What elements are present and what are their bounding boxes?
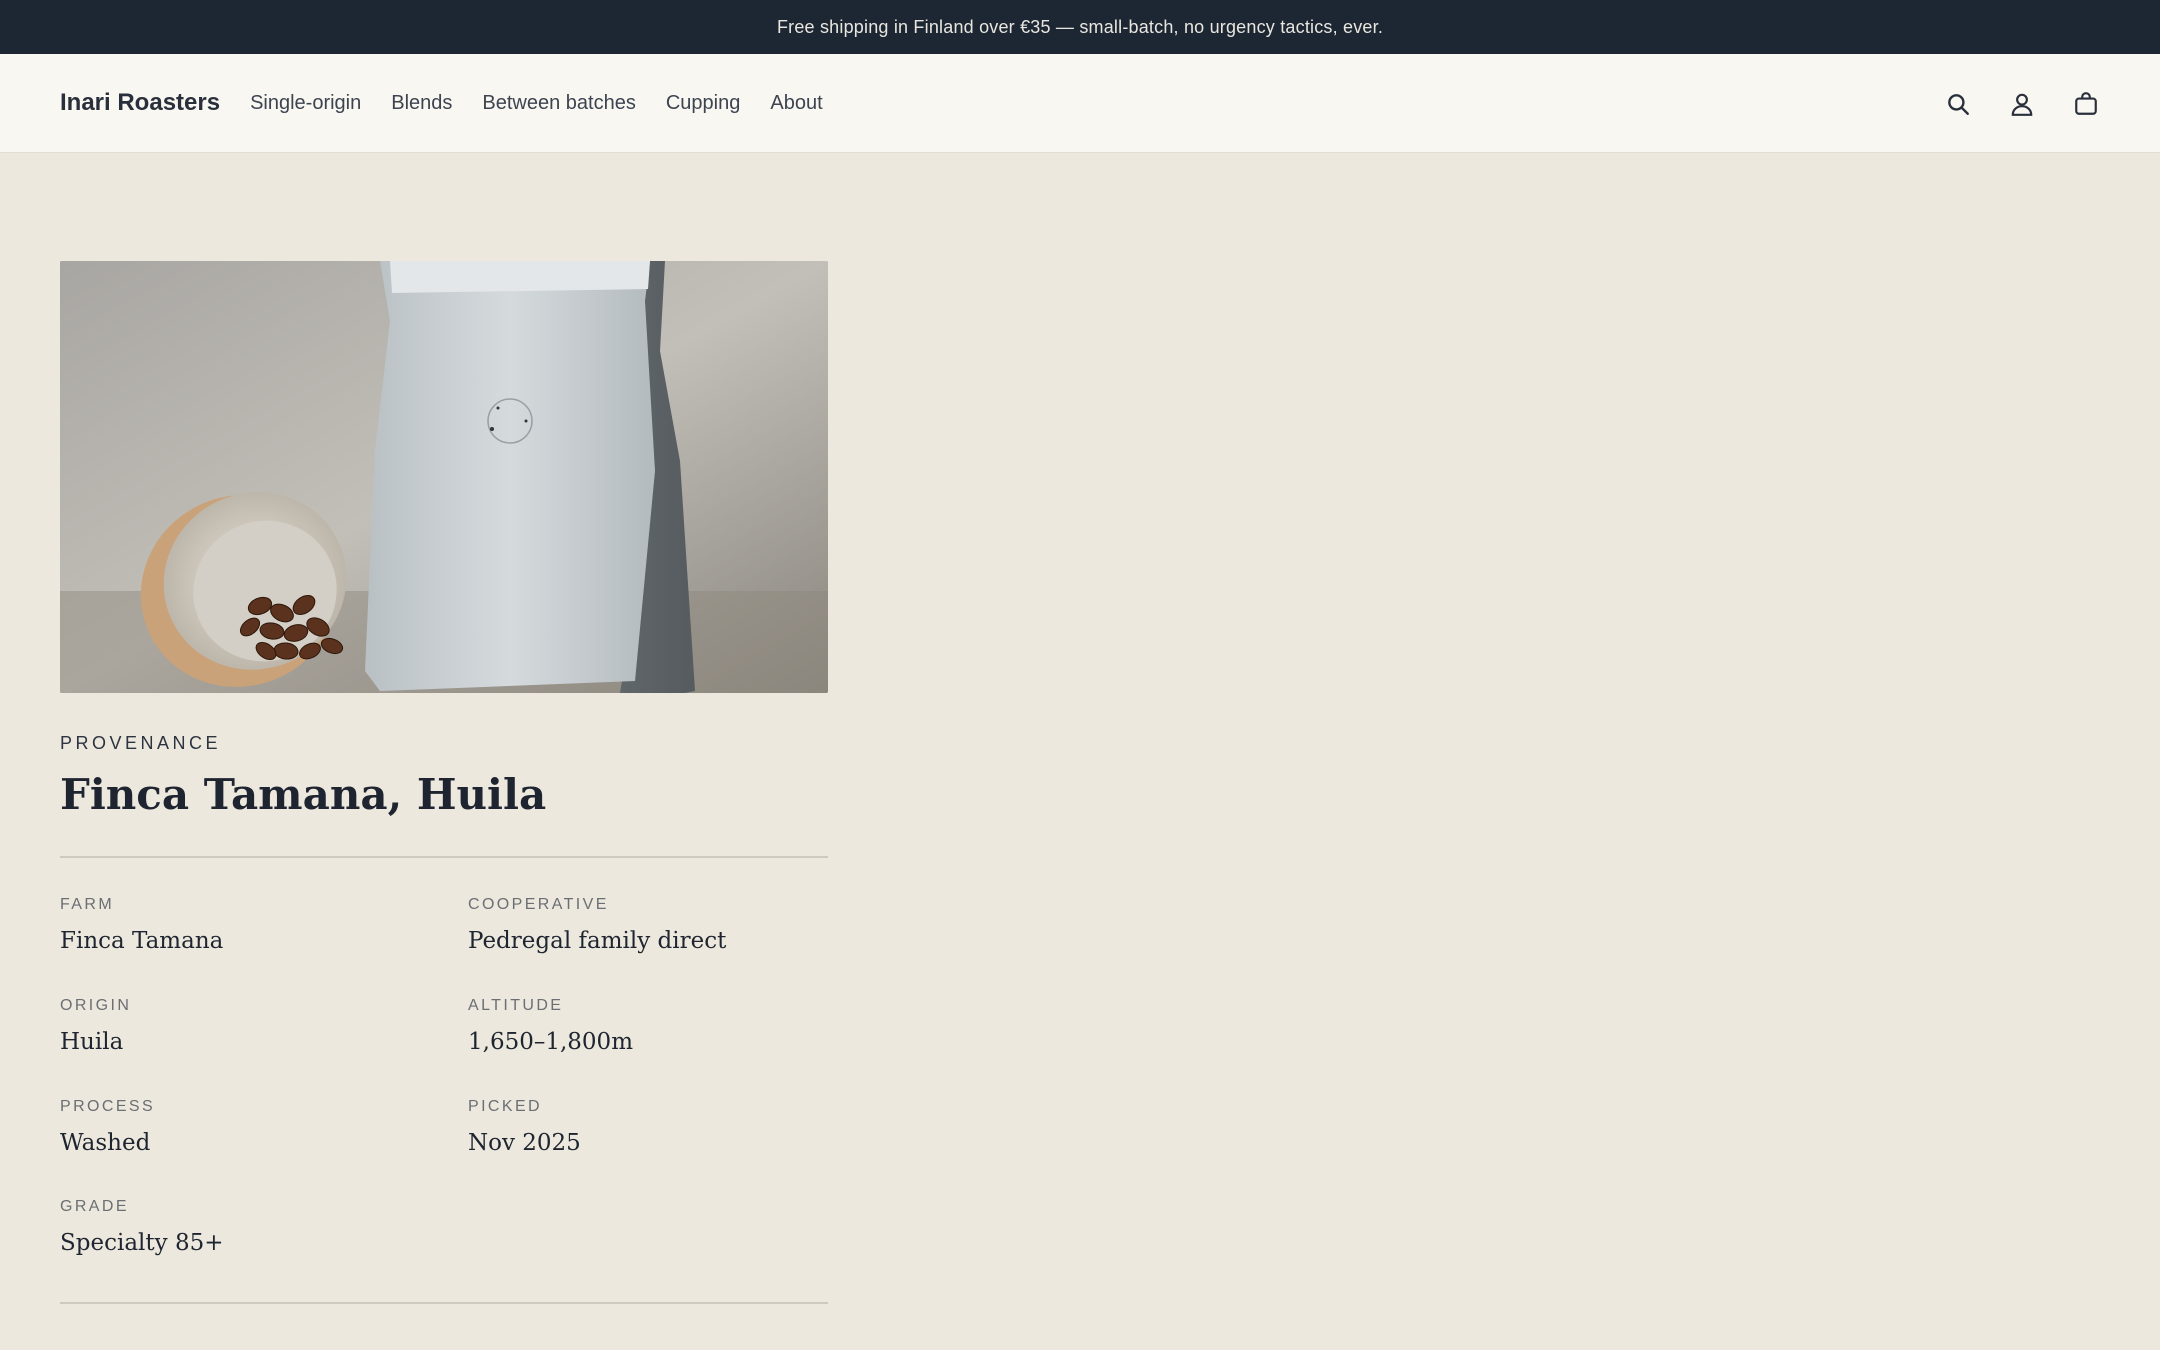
spec-value: Nov 2025 (468, 1130, 581, 1156)
spec-label: COOPERATIVE (468, 896, 609, 913)
spec-label: FARM (60, 896, 115, 913)
section-eyebrow: PROVENANCE (60, 733, 222, 753)
spec-altitude: ALTITUDE 1,650–1,800m (468, 997, 633, 1055)
coffee-bag-photo-icon (60, 261, 828, 693)
spec-grade: GRADE Specialty 85+ (60, 1198, 223, 1256)
announcement-text: Free shipping in Finland over €35 — smal… (776, 16, 1384, 37)
header-actions (1944, 54, 2100, 153)
spec-picked: PICKED Nov 2025 (468, 1098, 581, 1156)
nav-item-cupping[interactable]: Cupping (666, 92, 741, 115)
divider-top (60, 856, 828, 858)
product-photo (60, 261, 828, 693)
account-icon[interactable] (2008, 90, 2036, 118)
spec-value: Pedregal family direct (468, 928, 727, 954)
spec-label: GRADE (60, 1198, 129, 1215)
site-header: Inari Roasters Single-origin Blends Betw… (0, 54, 2160, 153)
nav-item-single-origin[interactable]: Single-origin (250, 92, 361, 115)
nav-item-blends[interactable]: Blends (391, 92, 452, 115)
cart-icon[interactable] (2072, 90, 2100, 118)
spec-origin: ORIGIN Huila (60, 997, 131, 1055)
spec-process: PROCESS Washed (60, 1098, 155, 1156)
spec-label: PROCESS (60, 1098, 156, 1115)
spec-label: ALTITUDE (468, 997, 564, 1014)
spec-label: PICKED (468, 1098, 542, 1115)
nav-item-about[interactable]: About (770, 92, 822, 115)
spec-label: ORIGIN (60, 997, 132, 1014)
spec-value: Specialty 85+ (60, 1230, 224, 1256)
spec-value: 1,650–1,800m (468, 1029, 633, 1055)
brand-logo[interactable]: Inari Roasters (60, 89, 220, 117)
announcement-bar: Free shipping in Finland over €35 — smal… (0, 0, 2160, 54)
spec-value: Washed (60, 1130, 151, 1156)
spec-value: Finca Tamana (60, 928, 224, 954)
product-title: Finca Tamana, Huila (60, 770, 547, 819)
spec-cooperative: COOPERATIVE Pedregal family direct (468, 896, 726, 954)
spec-farm: FARM Finca Tamana (60, 896, 223, 954)
divider-bottom (60, 1302, 828, 1304)
main-nav: Single-origin Blends Between batches Cup… (250, 92, 823, 115)
nav-item-between-batches[interactable]: Between batches (482, 92, 635, 115)
search-icon[interactable] (1944, 90, 1972, 118)
spec-value: Huila (60, 1029, 124, 1055)
